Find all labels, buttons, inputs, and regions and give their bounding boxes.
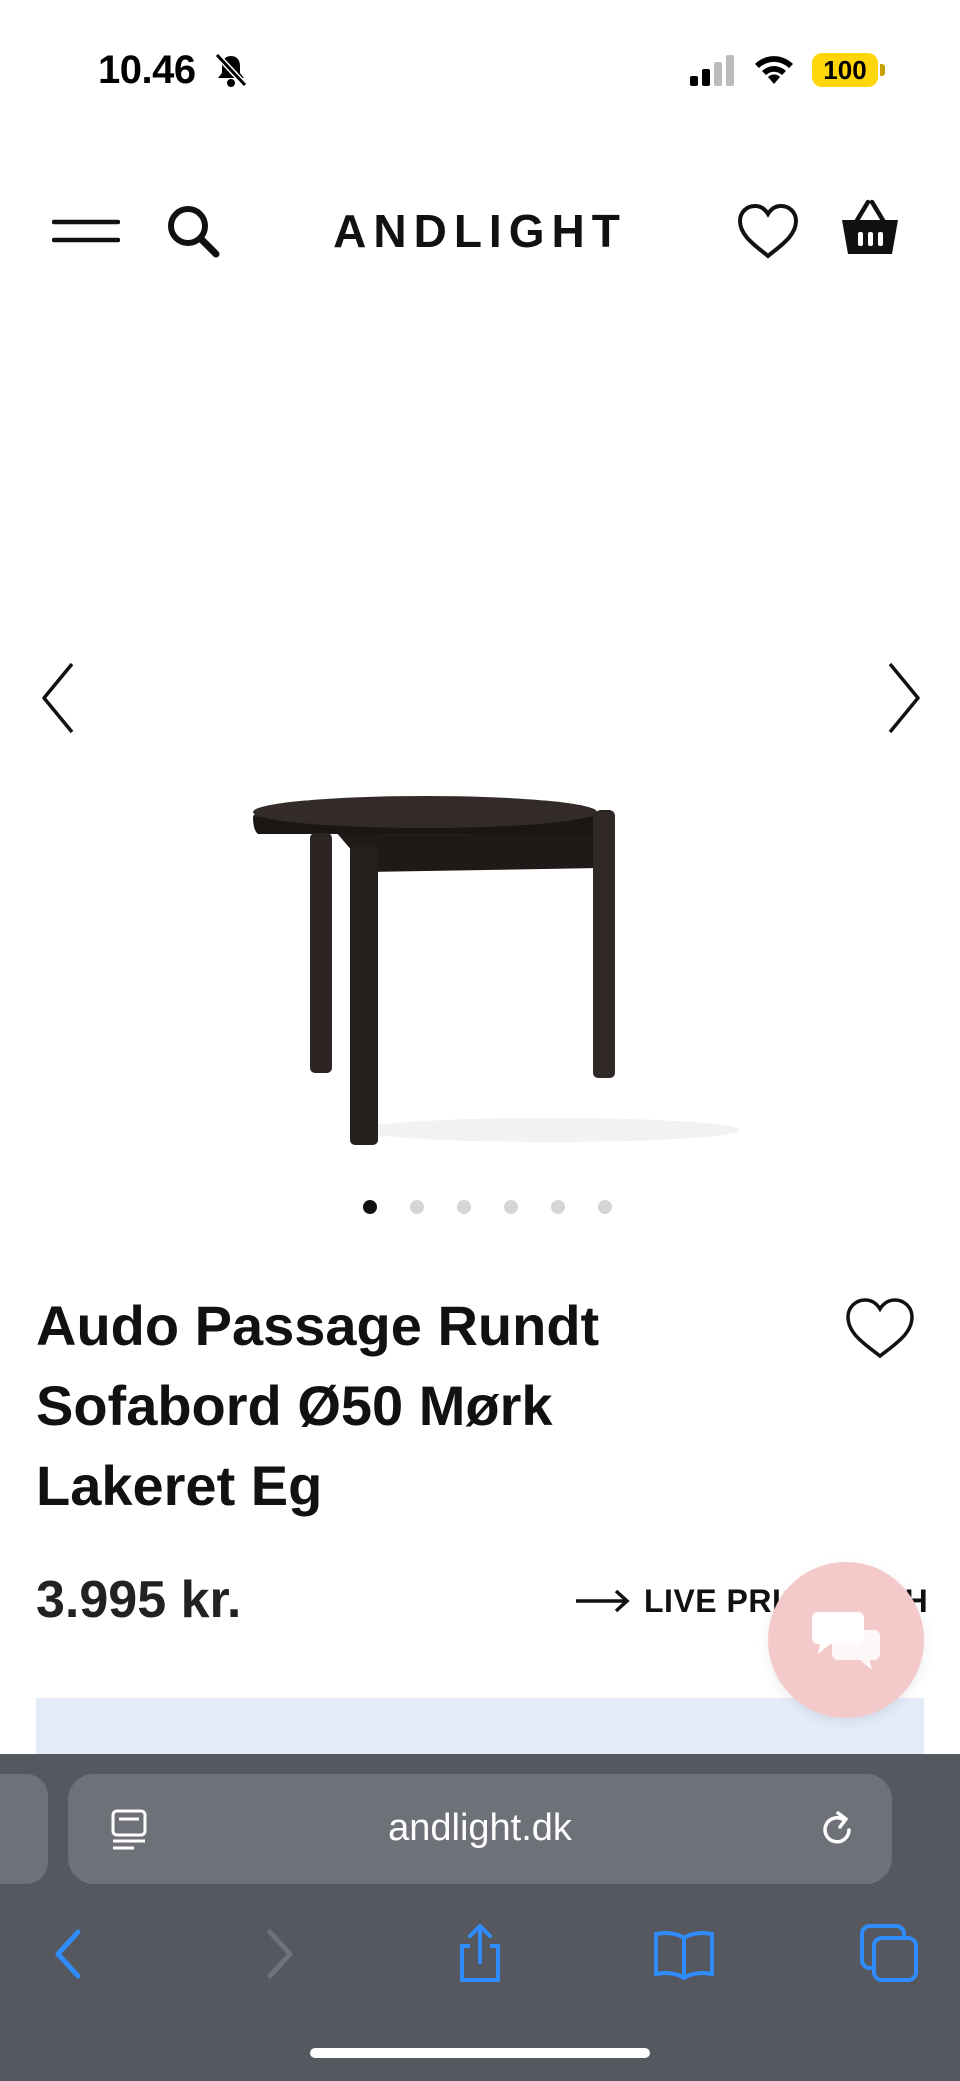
status-time: 10.46 <box>98 48 196 92</box>
home-indicator[interactable] <box>310 2048 650 2058</box>
pagination-dot[interactable] <box>597 1200 612 1214</box>
gallery-pagination <box>0 1200 960 1214</box>
chevron-right-icon[interactable] <box>884 660 924 736</box>
chat-button[interactable] <box>768 1562 924 1718</box>
site-logo[interactable]: ANDLIGHT <box>0 204 960 258</box>
product-gallery <box>0 300 960 1214</box>
pagination-dot[interactable] <box>456 1200 471 1214</box>
product-title-line: Lakeret Eg <box>36 1454 323 1517</box>
forward-icon[interactable] <box>246 1922 310 1986</box>
back-icon[interactable] <box>38 1922 102 1986</box>
heart-icon[interactable] <box>736 202 800 260</box>
pagination-dot[interactable] <box>503 1200 518 1214</box>
previous-tab-preview[interactable] <box>0 1774 48 1884</box>
browser-toolbar <box>0 1904 960 1994</box>
pagination-dot[interactable] <box>409 1200 424 1214</box>
status-bar: 10.46 100 <box>0 0 960 120</box>
pagination-dot[interactable] <box>550 1200 565 1214</box>
product-title-line: Sofabord Ø50 Mørk <box>36 1374 553 1437</box>
battery-indicator: 100 <box>812 53 878 87</box>
pagination-dot-active[interactable] <box>362 1200 377 1214</box>
product-title-line: Audo Passage Rundt <box>36 1294 600 1357</box>
battery-cap <box>880 64 885 76</box>
add-to-wishlist-heart-icon[interactable] <box>844 1296 916 1360</box>
product-image <box>253 796 740 1145</box>
chevron-left-icon[interactable] <box>38 660 78 736</box>
url-text: andlight.dk <box>388 1807 572 1849</box>
product-price: 3.995 kr. <box>36 1571 242 1629</box>
arrow-right-icon <box>576 1589 630 1613</box>
browser-bottom-bar: andlight.dk <box>0 1754 960 2081</box>
bell-slash-icon <box>214 52 248 88</box>
cellular-signal-icon <box>690 55 734 86</box>
wifi-icon <box>755 56 793 84</box>
address-bar[interactable]: andlight.dk <box>68 1774 892 1884</box>
reload-icon[interactable] <box>816 1808 858 1850</box>
share-icon[interactable] <box>448 1922 512 1986</box>
tabs-icon[interactable] <box>858 1922 922 1986</box>
product-title: Audo Passage Rundt Sofabord Ø50 Mørk Lak… <box>36 1286 676 1526</box>
chat-bubbles-icon <box>812 1612 880 1670</box>
site-header: ANDLIGHT <box>0 180 960 280</box>
bookmarks-icon[interactable] <box>652 1922 716 1986</box>
basket-icon[interactable] <box>838 196 902 260</box>
